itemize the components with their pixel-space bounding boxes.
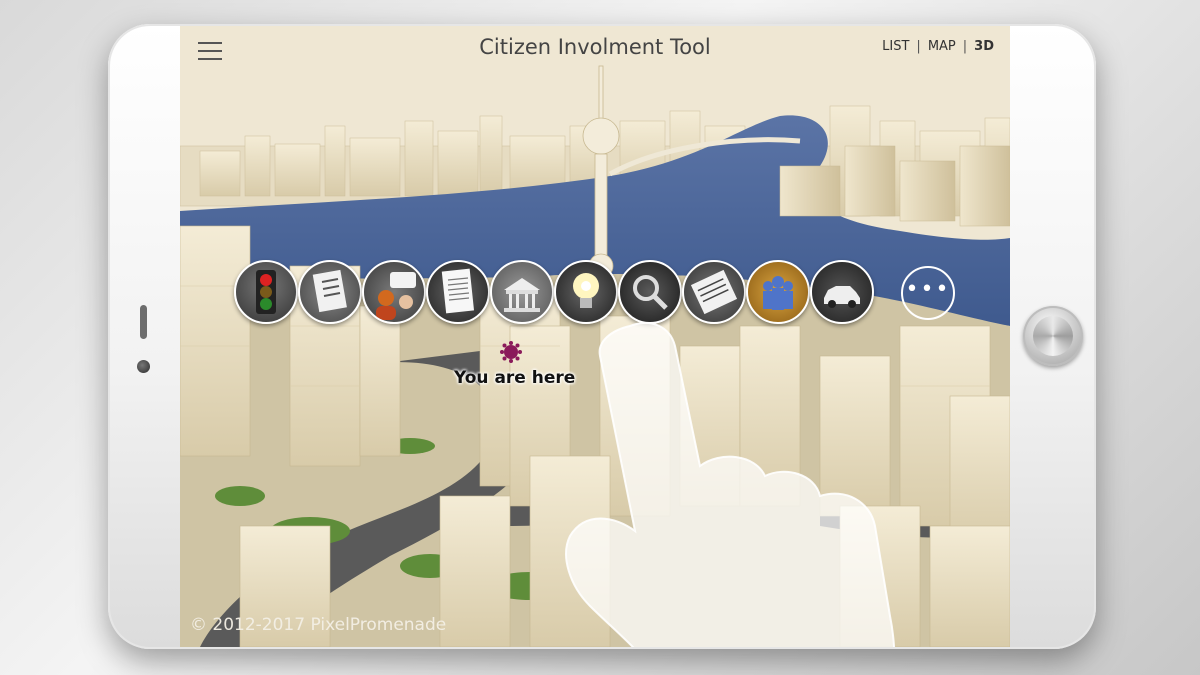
top-bar: Citizen Involment Tool LIST | MAP | 3D: [180, 26, 1010, 74]
newspaper-icon[interactable]: [682, 260, 746, 324]
pointing-hand-icon: [565, 321, 895, 647]
more-options-button[interactable]: •••: [901, 266, 955, 320]
tablet-screen: Citizen Involment Tool LIST | MAP | 3D •…: [180, 26, 1010, 647]
view-map-link[interactable]: MAP: [928, 39, 956, 54]
view-separator: |: [962, 39, 968, 54]
community-people-icon[interactable]: [746, 260, 810, 324]
checklist-icon[interactable]: [298, 260, 362, 324]
public-building-icon[interactable]: [490, 260, 554, 324]
search-magnifier-icon[interactable]: [618, 260, 682, 324]
traffic-light-icon[interactable]: [234, 260, 298, 324]
idea-bulb-icon[interactable]: [554, 260, 618, 324]
view-switcher: LIST | MAP | 3D: [882, 39, 994, 54]
you-are-here-label: You are here: [454, 368, 576, 388]
home-button[interactable]: [1023, 306, 1083, 366]
camera-dot: [137, 360, 150, 373]
view-separator: |: [916, 39, 921, 54]
document-icon[interactable]: [426, 260, 490, 324]
discussion-icon[interactable]: [362, 260, 426, 324]
car-icon[interactable]: [810, 260, 874, 324]
view-list-link[interactable]: LIST: [882, 39, 909, 54]
camera-slot: [140, 305, 147, 339]
view-3d-link[interactable]: 3D: [974, 39, 994, 54]
location-marker-icon[interactable]: [499, 340, 523, 364]
copyright-text: © 2012-2017 PixelPromenade: [190, 615, 447, 635]
